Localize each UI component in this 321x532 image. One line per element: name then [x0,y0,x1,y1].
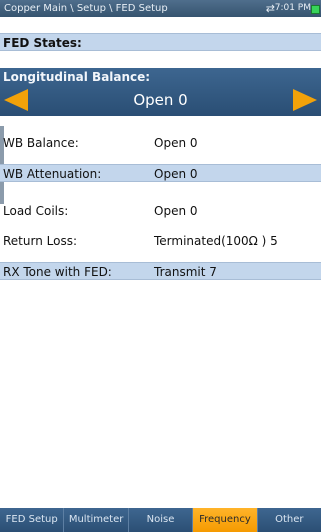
row-value: Open 0 [154,136,198,150]
longitudinal-balance-selector[interactable]: Longitudinal Balance: Open 0 [0,68,321,116]
battery-icon [311,5,320,14]
title-bar: Copper Main \ Setup \ FED Setup ⇄ 7:01 P… [0,0,321,17]
row-label: RX Tone with FED: [3,265,112,279]
tab-noise[interactable]: Noise [127,508,193,532]
load-coils-row[interactable]: Load Coils: Open 0 [0,202,321,220]
fed-states-header: FED States: [0,33,321,51]
tab-fed-setup[interactable]: FED Setup [0,508,64,532]
fed-states-label: FED States: [3,36,82,50]
row-label: Load Coils: [3,204,69,218]
connection-icon: ⇄ [265,2,275,15]
row-label: Return Loss: [3,234,77,248]
row-value: Terminated(100Ω ) 5 [154,234,278,248]
row-label: WB Attenuation: [3,167,102,181]
tab-frequency[interactable]: Frequency [192,508,257,532]
row-value: Transmit 7 [154,265,217,279]
tab-multimeter[interactable]: Multimeter [63,508,128,532]
bottom-tab-bar: FED Setup Multimeter Noise Frequency Oth… [0,508,321,532]
row-value: Open 0 [154,204,198,218]
row-value: Open 0 [154,167,198,181]
wb-attenuation-row[interactable]: WB Attenuation: Open 0 [0,164,321,182]
next-arrow-icon[interactable] [293,89,317,111]
clock: 7:01 PM [274,3,311,13]
row-label: WB Balance: [3,136,79,150]
tab-other[interactable]: Other [256,508,321,532]
return-loss-row[interactable]: Return Loss: Terminated(100Ω ) 5 [0,232,321,250]
breadcrumb: Copper Main \ Setup \ FED Setup [4,3,168,14]
wb-balance-row[interactable]: WB Balance: Open 0 [0,134,321,152]
rx-tone-row[interactable]: RX Tone with FED: Transmit 7 [0,262,321,280]
selector-label: Longitudinal Balance: [3,70,151,84]
selector-value: Open 0 [133,91,188,109]
